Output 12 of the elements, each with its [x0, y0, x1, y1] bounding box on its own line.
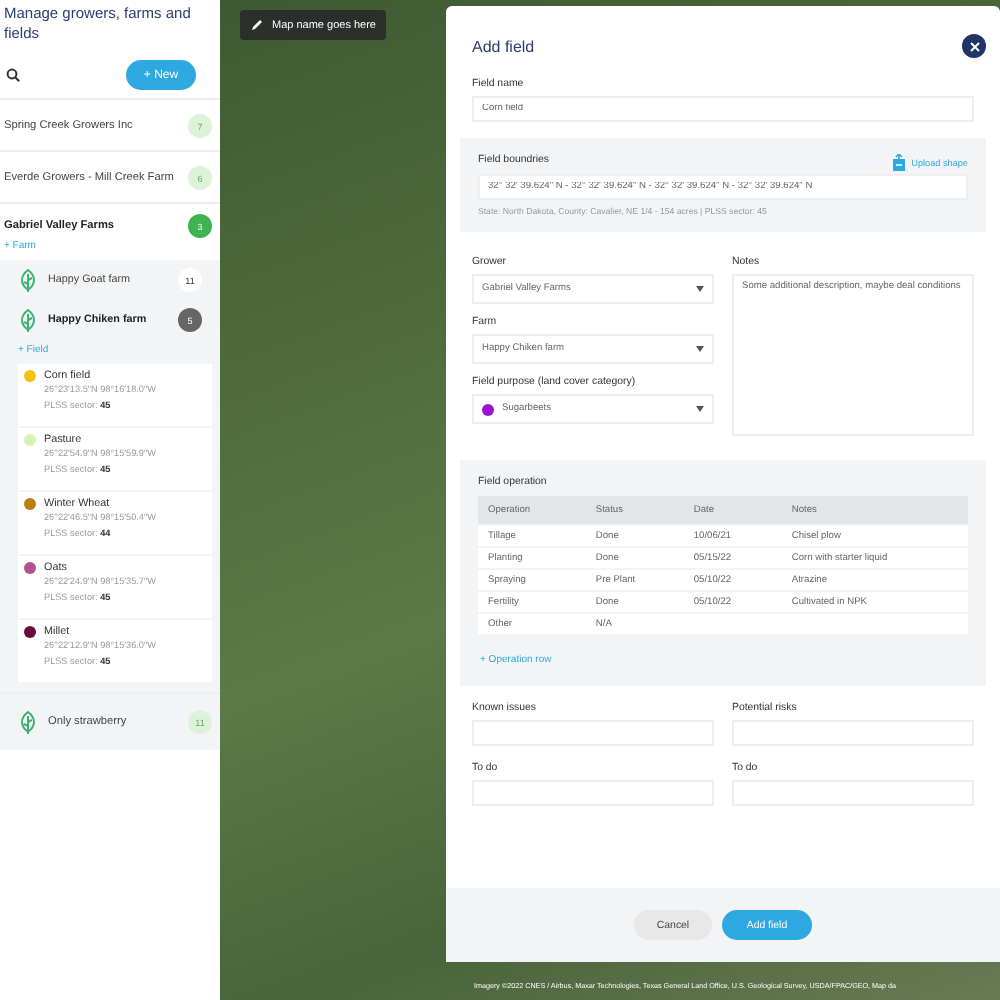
- caret-icon: [696, 406, 704, 412]
- caret-icon: [696, 346, 704, 352]
- pencil-icon: [250, 18, 264, 32]
- leaf-icon: [20, 268, 36, 292]
- close-icon: [969, 41, 979, 51]
- leaf-icon: [20, 710, 36, 734]
- search-icon: [6, 68, 20, 82]
- dialog-title: Add field: [472, 37, 535, 55]
- leaf-icon: [20, 308, 36, 332]
- caret-icon: [696, 286, 704, 292]
- upload-file-icon: [891, 154, 906, 172]
- close-button[interactable]: [962, 34, 986, 58]
